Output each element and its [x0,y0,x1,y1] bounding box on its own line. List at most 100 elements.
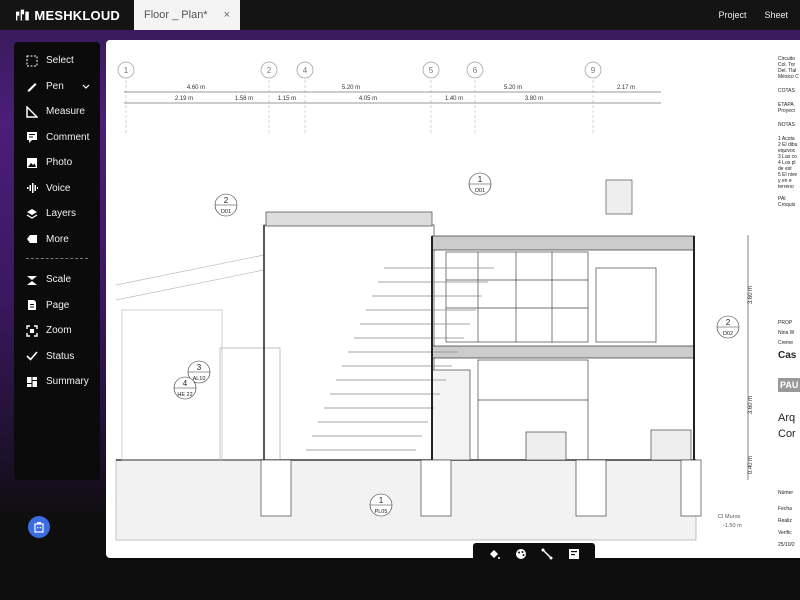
page-icon [26,299,38,311]
grid-label: 4 [303,66,308,75]
check-icon [26,350,38,362]
tag-number: 2 [224,196,229,205]
document-tab[interactable]: Floor _ Plan* × [134,0,240,30]
tag-number: 4 [183,379,188,388]
section-tag[interactable]: 1 PL05 [369,493,393,517]
grid-bubble: 1 [117,61,135,79]
title-block-line: 25/10/2 [778,542,795,548]
title-block-line: PAU [778,378,800,392]
ruler-icon [26,105,38,118]
sidebar-item-more[interactable]: More [14,227,100,253]
dimension-top: 5.20 m [342,85,360,91]
section-tag[interactable]: 1 D01 [468,172,492,196]
title-block-line: PROP [778,320,793,326]
sidebar-item-measure[interactable]: Measure [14,99,100,125]
dimension-sub: 1.40 m [445,96,463,102]
sidebar-item-scale[interactable]: Scale [14,267,100,293]
zoom-icon [26,325,38,337]
sidebar-item-label: Status [46,350,75,362]
tool-sidebar: Select Pen Measure Comment Photo Voice L… [14,42,100,480]
tag-number: 1 [379,496,384,505]
sidebar-item-select[interactable]: Select [14,48,100,74]
vertical-dimensions: 3.60 m 3.60 m 0.40 m [747,235,754,480]
project-menu[interactable]: Project [718,10,746,20]
level-note: CI Muros [718,514,741,520]
sidebar-item-page[interactable]: Page [14,293,100,319]
chevron-down-icon[interactable] [82,82,90,93]
title-block-line: Arq [778,412,796,424]
drawing-canvas[interactable]: 1 2 4 5 6 9 4.60 m 5.20 m 5.20 m 2.17 m 2.19 m 1.5… [106,40,800,558]
title-block: Circuito Col. Tor Del. Tlal México C COTAS ET… [772,40,800,558]
title-block-line: Fecha [778,506,792,512]
grid-bubble: 4 [296,61,314,79]
sidebar-item-pen[interactable]: Pen [14,74,100,100]
sidebar-item-label: Comment [46,131,90,143]
sidebar-divider [26,258,88,259]
dimension-sub: 2.19 m [175,96,193,102]
voice-icon [26,182,38,194]
top-nav: Project Sheet [718,10,788,20]
layers-icon [26,208,38,220]
section-tag[interactable]: 4 HE 22 [173,376,197,400]
title-block-line: Croquis [778,202,796,208]
sidebar-item-photo[interactable]: Photo [14,150,100,176]
section-tag[interactable]: 2 D01 [214,193,238,217]
sidebar-item-label: Scale [46,274,72,286]
close-icon[interactable]: × [224,9,230,21]
title-block-line: Creme [778,340,794,346]
photo-icon [26,157,38,169]
title-block-line: Nina W [778,330,795,336]
tag-ref: PL05 [375,509,388,515]
sidebar-item-label: Summary [46,376,89,388]
tag-icon [26,233,38,245]
dimension-top: 4.60 m [187,85,205,91]
top-bar: MESHKLOUD Floor _ Plan* × Project Sheet [0,0,800,30]
sheet-menu[interactable]: Sheet [764,10,788,20]
tag-ref: HE 22 [177,392,192,398]
level-value: -1.50 m [723,523,742,529]
title-block-line: NOTAS [778,122,795,128]
sidebar-item-label: Zoom [46,325,72,337]
sidebar-item-voice[interactable]: Voice [14,176,100,202]
scale-icon [26,274,38,286]
dimension-sub: 3.80 m [525,96,543,102]
title-block-line: México C [778,74,799,80]
sidebar-item-label: Pen [46,80,64,92]
dimension-lines [124,91,661,104]
line-tool-icon[interactable] [540,547,554,561]
section-tag[interactable]: 2 D02 [716,315,740,339]
summary-icon [26,376,38,388]
title-block-line: COTAS [778,88,795,94]
comment-icon [26,131,38,144]
text-format-icon[interactable] [567,547,581,561]
sidebar-item-comment[interactable]: Comment [14,125,100,151]
apps-button[interactable] [28,516,50,538]
title-block-line: Realiz [778,518,792,524]
tab-title: Floor _ Plan* [144,9,208,21]
vertical-dimension: 3.60 m [748,286,754,304]
brand-logo[interactable]: MESHKLOUD [16,7,120,23]
sidebar-item-layers[interactable]: Layers [14,201,100,227]
sidebar-item-status[interactable]: Status [14,344,100,370]
vertical-dimension: 0.40 m [748,456,754,474]
title-block-line: Verific [778,530,792,536]
grid-bubble: 6 [466,61,484,79]
bottom-toolbar [473,543,595,565]
palette-icon[interactable] [514,547,528,561]
tag-ref: D02 [723,331,733,337]
tag-ref: D01 [475,188,485,194]
grid-bubble: 9 [584,61,602,79]
sidebar-item-label: More [46,233,69,245]
sidebar-item-zoom[interactable]: Zoom [14,318,100,344]
tag-ref: D01 [221,209,231,215]
sidebar-item-summary[interactable]: Summary [14,369,100,395]
dimension-sub: 1.15 m [278,96,296,102]
dimension-labels: 4.60 m 5.20 m 5.20 m 2.17 m 2.19 m 1.58 m 1.15… [175,85,635,102]
grid-label: 2 [267,66,272,75]
title-block-line: Cas [778,350,797,361]
tag-number: 3 [197,363,202,372]
title-block-line: Proyect [778,108,795,114]
dimension-sub: 4.05 m [359,96,377,102]
fill-bucket-icon[interactable] [487,547,501,561]
sidebar-item-label: Measure [46,106,85,118]
